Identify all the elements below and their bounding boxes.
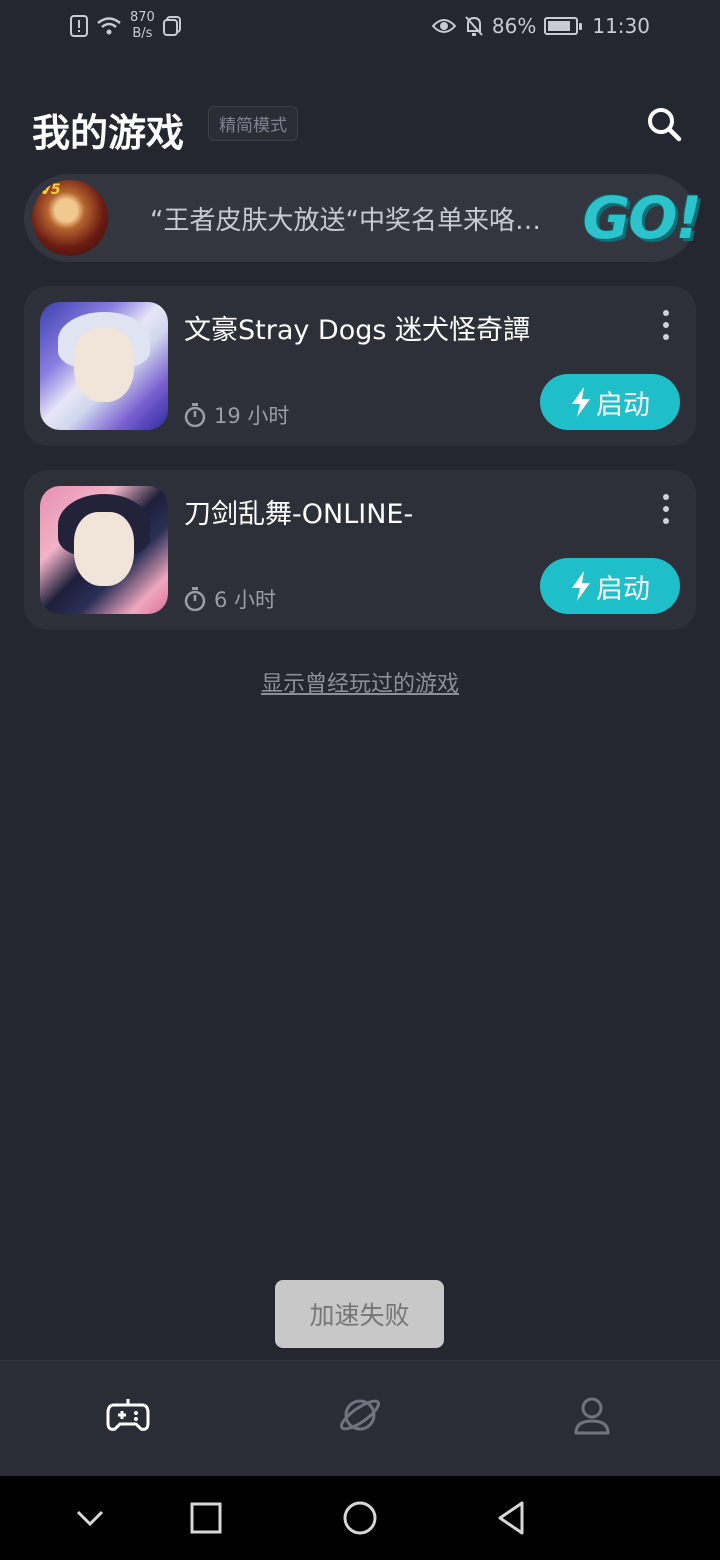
launch-label: 启动 bbox=[596, 573, 650, 605]
launch-button[interactable]: 启动 bbox=[540, 374, 680, 430]
playtime: 6 小时 bbox=[184, 584, 276, 614]
game-icon[interactable] bbox=[40, 486, 168, 614]
gamepad-icon[interactable] bbox=[104, 1391, 152, 1439]
launch-button[interactable]: 启动 bbox=[540, 558, 680, 614]
compact-mode-toggle[interactable]: 精简模式 bbox=[208, 106, 298, 141]
game-card[interactable]: 文豪Stray Dogs 迷犬怪奇譚 19 小时 启动 bbox=[24, 286, 696, 446]
game-title: 文豪Stray Dogs 迷犬怪奇譚 bbox=[184, 315, 531, 346]
playtime-value: 19 小时 bbox=[214, 404, 290, 428]
playtime: 19 小时 bbox=[184, 400, 289, 430]
go-button[interactable]: GO! bbox=[583, 184, 702, 252]
back-icon[interactable] bbox=[492, 1498, 532, 1538]
banner-avatar: V5 bbox=[32, 180, 108, 256]
battery-percent: 86% bbox=[491, 14, 537, 38]
alert-icon bbox=[70, 15, 88, 37]
bottom-nav bbox=[0, 1360, 720, 1477]
battery-icon bbox=[544, 17, 583, 35]
avatar-badge: V5 bbox=[40, 182, 61, 198]
wifi-icon bbox=[97, 17, 121, 35]
game-card[interactable]: 刀剑乱舞-ONLINE- 6 小时 启动 bbox=[24, 470, 696, 630]
game-title: 刀剑乱舞-ONLINE- bbox=[184, 499, 414, 530]
chevron-down-icon[interactable] bbox=[70, 1498, 110, 1538]
profile-icon[interactable] bbox=[568, 1391, 616, 1439]
toast-message: 加速失败 bbox=[275, 1280, 444, 1348]
network-speed: 870 B/s bbox=[130, 10, 155, 41]
clock: 11:30 bbox=[592, 14, 650, 38]
playtime-value: 6 小时 bbox=[214, 588, 277, 612]
lightning-icon bbox=[572, 571, 590, 601]
promo-banner[interactable]: V5 “王者皮肤大放送“中奖名单来咯… GO! bbox=[24, 174, 702, 262]
search-icon[interactable] bbox=[644, 104, 684, 144]
page-title: 我的游戏 bbox=[32, 111, 185, 155]
timer-icon bbox=[184, 587, 206, 611]
launch-label: 启动 bbox=[596, 389, 650, 421]
show-history-link[interactable]: 显示曾经玩过的游戏 bbox=[0, 666, 720, 698]
banner-text: “王者皮肤大放送“中奖名单来咯… bbox=[150, 206, 541, 236]
sim-icon bbox=[162, 16, 181, 36]
more-options-icon[interactable] bbox=[660, 494, 672, 524]
lightning-icon bbox=[572, 387, 590, 417]
home-icon[interactable] bbox=[340, 1498, 380, 1538]
eye-icon bbox=[431, 19, 456, 33]
timer-icon bbox=[184, 403, 206, 427]
status-bar: 870 B/s 86% 11:30 bbox=[0, 0, 720, 56]
more-options-icon[interactable] bbox=[660, 310, 672, 340]
bell-off-icon bbox=[465, 16, 483, 36]
page-header: 我的游戏 精简模式 bbox=[32, 100, 688, 156]
game-icon[interactable] bbox=[40, 302, 168, 430]
system-nav-bar bbox=[0, 1476, 720, 1560]
recents-icon[interactable] bbox=[186, 1498, 226, 1538]
planet-icon[interactable] bbox=[336, 1391, 384, 1439]
